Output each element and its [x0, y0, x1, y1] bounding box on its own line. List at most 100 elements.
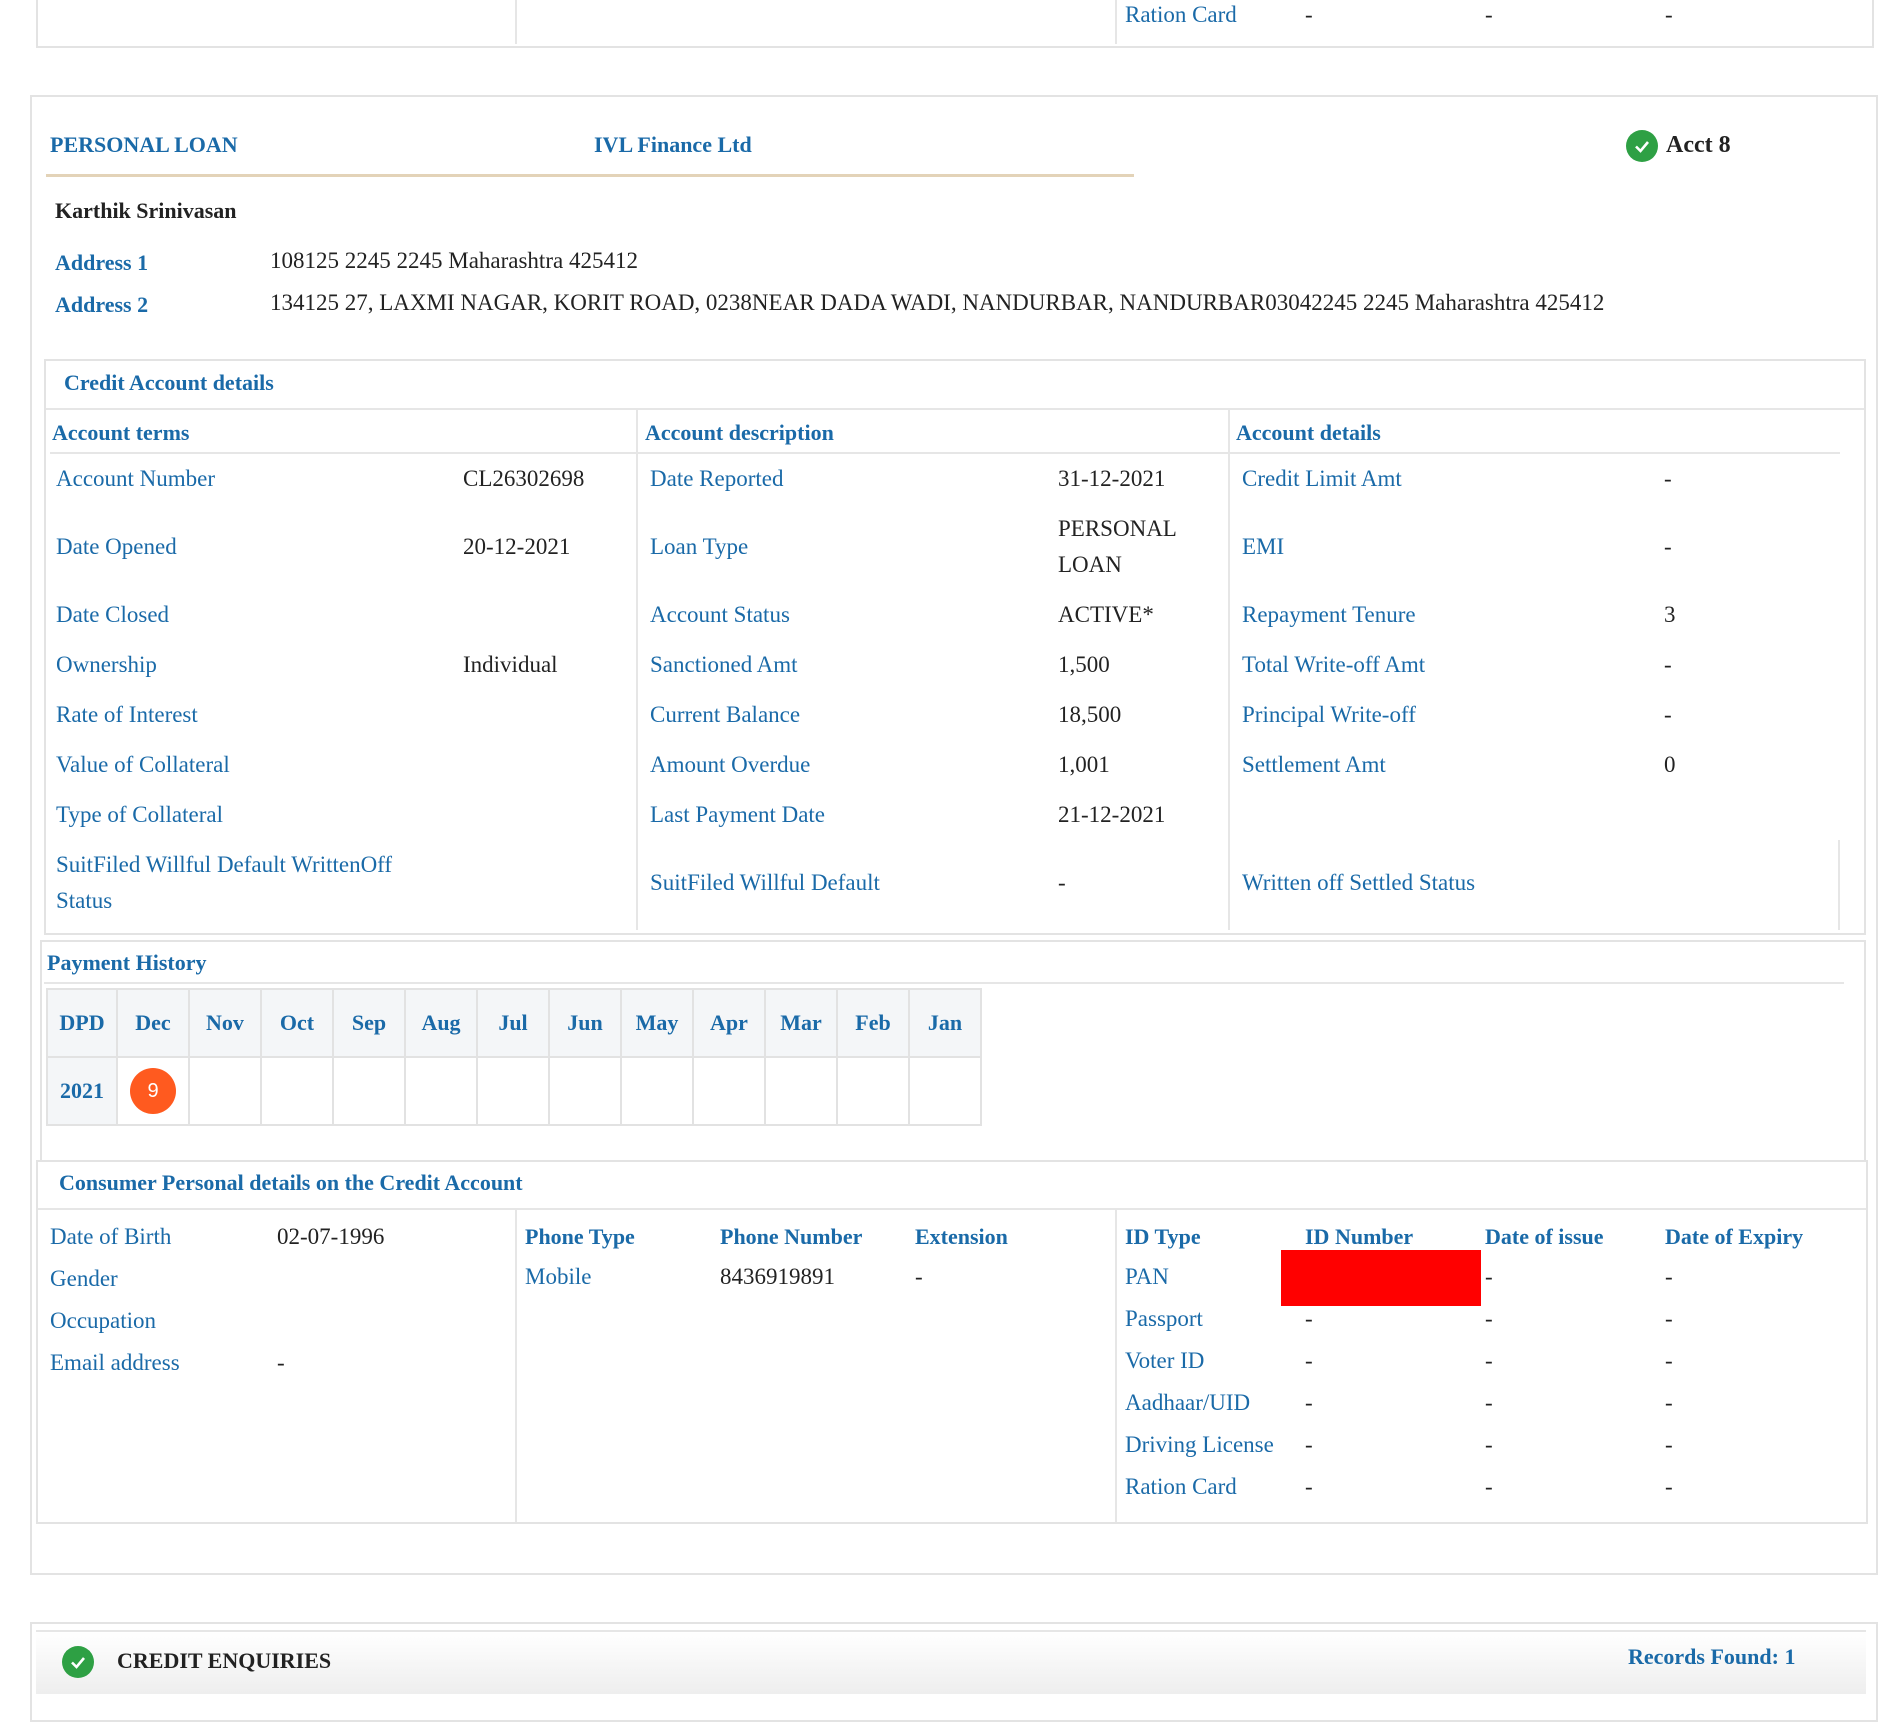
id-type-aadhaar: Aadhaar/UID	[1125, 1390, 1251, 1415]
account-status-value: ACTIVE*	[1058, 602, 1154, 627]
month-may: May	[620, 988, 694, 1058]
id-number-header: ID Number	[1305, 1224, 1414, 1249]
dob-label: Date of Birth	[50, 1224, 172, 1249]
id-issue: -	[1485, 1264, 1493, 1289]
month-aug: Aug	[404, 988, 478, 1058]
personal-details-title: Consumer Personal details on the Credit …	[59, 1170, 523, 1195]
dpd-corner: DPD	[46, 988, 118, 1058]
suitfiled-writtenoff-label: SuitFiled Willful Default WrittenOff	[56, 852, 393, 877]
date-opened-label: Date Opened	[56, 534, 177, 559]
emi-label: EMI	[1242, 534, 1285, 559]
dpd-cell	[260, 1056, 334, 1126]
prev-ration-card-number: -	[1305, 2, 1313, 27]
amount-overdue-value: 1,001	[1058, 752, 1110, 777]
rate-of-interest-label: Rate of Interest	[56, 702, 198, 727]
phone-type-value: Mobile	[525, 1264, 592, 1289]
settlement-amt-value: 0	[1664, 752, 1676, 777]
dpd-cell	[908, 1056, 982, 1126]
id-number: -	[1305, 1306, 1313, 1331]
suitfiled-default-label: SuitFiled Willful Default	[650, 870, 880, 895]
loan-type-label: Loan Type	[650, 534, 749, 559]
payment-history-year-row: 2021 9	[46, 1056, 982, 1126]
id-type-driving-license: Driving License	[1125, 1432, 1274, 1457]
month-sep: Sep	[332, 988, 406, 1058]
divider	[1228, 410, 1230, 930]
year-label: 2021	[46, 1056, 118, 1126]
divider	[515, 0, 517, 44]
id-issue: -	[1485, 1474, 1493, 1499]
credit-account-details	[44, 359, 1866, 935]
account-number-label: Acct 8	[1666, 132, 1731, 158]
month-nov: Nov	[188, 988, 262, 1058]
check-icon	[1626, 130, 1658, 162]
principal-writeoff-value: -	[1664, 702, 1672, 727]
id-type-voter-id: Voter ID	[1125, 1348, 1205, 1373]
dob-value: 02-07-1996	[277, 1224, 385, 1249]
divider	[50, 452, 1840, 454]
divider	[44, 982, 1844, 984]
prev-ration-card-label: Ration Card	[1125, 2, 1237, 27]
id-type-header: ID Type	[1125, 1224, 1201, 1249]
dpd-cell	[404, 1056, 478, 1126]
id-number: -	[1305, 1348, 1313, 1373]
divider	[38, 1208, 1866, 1210]
amount-overdue-label: Amount Overdue	[650, 752, 811, 777]
previous-account-panel	[36, 0, 1874, 48]
current-balance-label: Current Balance	[650, 702, 801, 727]
current-balance-value: 18,500	[1058, 702, 1122, 727]
account-number-label: Account Number	[56, 466, 216, 491]
date-reported-label: Date Reported	[650, 466, 784, 491]
date-expiry-header: Date of Expiry	[1665, 1224, 1804, 1249]
suitfiled-writtenoff-label-line2: Status	[56, 888, 113, 913]
month-feb: Feb	[836, 988, 910, 1058]
credit-limit-label: Credit Limit Amt	[1242, 466, 1402, 491]
sanctioned-amt-label: Sanctioned Amt	[650, 652, 798, 677]
date-issue-header: Date of issue	[1485, 1224, 1604, 1249]
date-reported-value: 31-12-2021	[1058, 466, 1166, 491]
prev-ration-card-issue: -	[1485, 2, 1493, 27]
address2-value: 134125 27, LAXMI NAGAR, KORIT ROAD, 0238…	[270, 290, 1605, 315]
loan-type-value-line2: LOAN	[1058, 552, 1122, 577]
account-details-header: Account details	[1236, 420, 1381, 445]
repayment-tenure-value: 3	[1664, 602, 1676, 627]
emi-value: -	[1664, 534, 1672, 559]
email-value: -	[277, 1350, 285, 1375]
account-status-label: Account Status	[650, 602, 790, 627]
email-label: Email address	[50, 1350, 180, 1375]
gender-label: Gender	[50, 1266, 118, 1291]
account-terms-header: Account terms	[52, 420, 190, 445]
id-issue: -	[1485, 1348, 1493, 1373]
settlement-amt-label: Settlement Amt	[1242, 752, 1386, 777]
account-description-header: Account description	[645, 420, 834, 445]
id-type-passport: Passport	[1125, 1306, 1203, 1331]
id-expiry: -	[1665, 1264, 1673, 1289]
suitfiled-default-value: -	[1058, 870, 1066, 895]
address1-label: Address 1	[55, 250, 149, 275]
date-closed-label: Date Closed	[56, 602, 170, 627]
phone-type-header: Phone Type	[525, 1224, 635, 1249]
dpd-cell	[188, 1056, 262, 1126]
id-number: -	[1305, 1474, 1313, 1499]
divider	[1838, 840, 1840, 930]
lender-name: IVL Finance Ltd	[594, 132, 752, 157]
records-found: Records Found: 1	[1628, 1644, 1796, 1669]
id-number: -	[1305, 1390, 1313, 1415]
month-oct: Oct	[260, 988, 334, 1058]
phone-number-value: 8436919891	[720, 1264, 835, 1289]
month-mar: Mar	[764, 988, 838, 1058]
repayment-tenure-label: Repayment Tenure	[1242, 602, 1416, 627]
id-issue: -	[1485, 1390, 1493, 1415]
ownership-value: Individual	[463, 652, 558, 677]
sanctioned-amt-value: 1,500	[1058, 652, 1110, 677]
id-expiry: -	[1665, 1306, 1673, 1331]
dpd-cell-dec: 9	[116, 1056, 190, 1126]
divider	[1115, 0, 1117, 44]
dpd-cell	[692, 1056, 766, 1126]
type-of-collateral-label: Type of Collateral	[56, 802, 223, 827]
phone-number-header: Phone Number	[720, 1224, 863, 1249]
loan-type-header: PERSONAL LOAN	[50, 132, 238, 157]
payment-history-title: Payment History	[47, 950, 207, 975]
total-writeoff-label: Total Write-off Amt	[1242, 652, 1426, 677]
month-jun: Jun	[548, 988, 622, 1058]
payment-history-header-row: DPD Dec Nov Oct Sep Aug Jul Jun May Apr …	[46, 988, 982, 1058]
